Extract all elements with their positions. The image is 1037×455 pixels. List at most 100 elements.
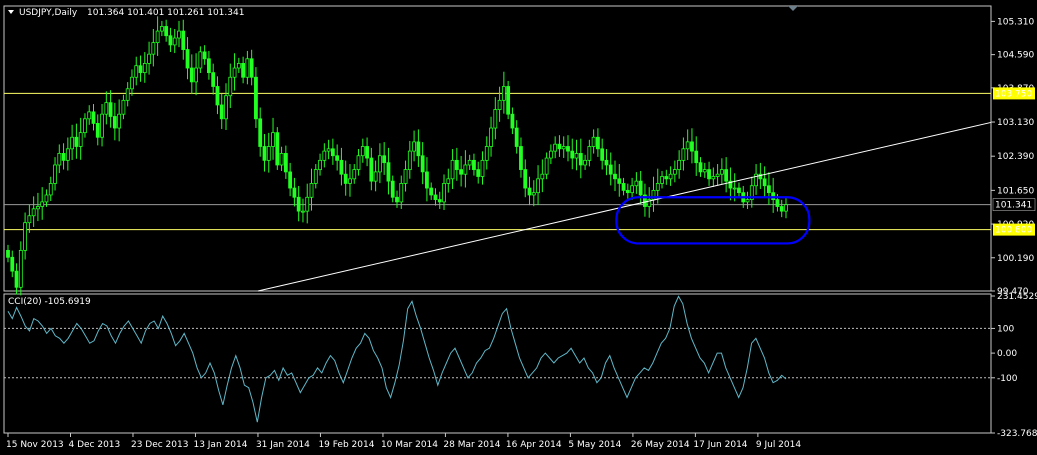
candle-body bbox=[14, 270, 19, 288]
candle-body bbox=[386, 162, 391, 182]
level-tag-label-0: 103.750 bbox=[995, 89, 1032, 99]
candle-body bbox=[762, 178, 767, 187]
header-menu-icon[interactable] bbox=[8, 10, 14, 14]
candle-body bbox=[527, 187, 532, 196]
candle-body bbox=[544, 157, 549, 175]
candle-body bbox=[104, 102, 109, 115]
candle-body bbox=[403, 169, 408, 184]
price-tick-label: 102.390 bbox=[997, 152, 1034, 162]
candle-body bbox=[207, 58, 211, 74]
chart-window: 105.310104.590103.870103.130102.390101.6… bbox=[0, 0, 1037, 455]
date-tick-label: 19 Feb 2014 bbox=[318, 440, 374, 450]
candle-body bbox=[463, 164, 468, 175]
candle-body bbox=[177, 30, 181, 39]
date-tick-label: 9 Jul 2014 bbox=[756, 440, 801, 450]
candle-body bbox=[335, 155, 340, 161]
candle-body bbox=[36, 206, 40, 210]
date-tick-label: 4 Dec 2013 bbox=[68, 440, 120, 450]
shift-marker-icon[interactable] bbox=[788, 6, 798, 11]
date-tick-label: 5 May 2014 bbox=[568, 440, 621, 450]
candle-body bbox=[228, 76, 233, 97]
cci-frame bbox=[3, 293, 992, 434]
candle-body bbox=[172, 37, 177, 46]
candle-body bbox=[138, 65, 143, 74]
candle-body bbox=[531, 192, 536, 196]
candle-body bbox=[506, 86, 511, 115]
candle-body bbox=[724, 169, 729, 182]
candle-body bbox=[23, 222, 27, 251]
candle-body bbox=[245, 58, 250, 78]
candle-body bbox=[433, 194, 438, 200]
candle-body bbox=[698, 162, 703, 173]
candle-body bbox=[660, 176, 664, 184]
candle-body bbox=[672, 169, 677, 175]
candle-body bbox=[288, 171, 293, 189]
candle-body bbox=[27, 215, 32, 224]
candle-body bbox=[707, 169, 711, 180]
candle-body bbox=[561, 146, 566, 150]
candle-body bbox=[638, 180, 643, 196]
candle-body bbox=[83, 118, 87, 134]
candle-body bbox=[617, 178, 622, 184]
date-tick-label: 28 Mar 2014 bbox=[443, 440, 500, 450]
candle-body bbox=[181, 30, 186, 50]
candle-body bbox=[557, 143, 562, 150]
candle-body bbox=[10, 256, 15, 272]
candle-body bbox=[117, 113, 122, 129]
price-tick-label: 104.590 bbox=[997, 51, 1034, 61]
candle-body bbox=[360, 146, 365, 157]
candle-body bbox=[489, 127, 493, 147]
candle-body bbox=[497, 99, 502, 110]
date-tick-label: 15 Nov 2013 bbox=[6, 440, 64, 450]
candle-body bbox=[715, 173, 720, 177]
candle-body bbox=[44, 194, 49, 203]
candle-body bbox=[125, 88, 130, 101]
candle-body bbox=[583, 159, 587, 166]
candle-body bbox=[369, 157, 374, 182]
candle-body bbox=[540, 173, 545, 180]
price-tick-label: 101.650 bbox=[997, 186, 1034, 196]
candle-body bbox=[523, 169, 528, 189]
candle-body bbox=[553, 143, 558, 152]
candle-body bbox=[108, 102, 113, 117]
candle-body bbox=[91, 111, 96, 124]
candle-body bbox=[514, 127, 519, 147]
candle-body bbox=[711, 176, 716, 180]
cci-tick-label: -100 bbox=[997, 374, 1018, 384]
cci-tick-label: -323.768 bbox=[997, 429, 1037, 439]
candle-body bbox=[189, 67, 194, 83]
candle-body bbox=[18, 249, 23, 288]
candle-body bbox=[681, 148, 686, 161]
candle-body bbox=[454, 159, 459, 170]
candle-body bbox=[121, 99, 126, 115]
candle-body bbox=[429, 187, 434, 196]
candle-body bbox=[318, 159, 322, 170]
candle-body bbox=[442, 183, 446, 203]
candle-body bbox=[390, 180, 395, 198]
date-tick-label: 31 Jan 2014 bbox=[256, 440, 310, 450]
candle-body bbox=[224, 95, 228, 120]
candle-body bbox=[194, 67, 198, 83]
candle-body bbox=[53, 164, 57, 184]
candle-body bbox=[412, 141, 416, 152]
date-tick-label: 17 Jun 2014 bbox=[693, 440, 747, 450]
candle-body bbox=[566, 146, 570, 152]
candle-body bbox=[254, 76, 258, 120]
candle-body bbox=[767, 185, 771, 194]
candle-body bbox=[100, 113, 104, 138]
candle-body bbox=[399, 183, 404, 203]
candle-body bbox=[168, 35, 173, 46]
candle-body bbox=[548, 150, 553, 159]
candle-body bbox=[61, 153, 66, 161]
candle-body bbox=[78, 132, 83, 147]
candle-body bbox=[634, 180, 639, 187]
candle-body bbox=[249, 58, 254, 78]
candle-body bbox=[664, 176, 669, 180]
candle-body bbox=[185, 49, 190, 69]
price-tick-label: 105.310 bbox=[997, 17, 1034, 27]
candle-body bbox=[6, 249, 10, 258]
candle-body bbox=[159, 26, 164, 32]
candle-body bbox=[578, 153, 583, 166]
candle-body bbox=[450, 159, 455, 180]
candle-body bbox=[326, 148, 331, 152]
